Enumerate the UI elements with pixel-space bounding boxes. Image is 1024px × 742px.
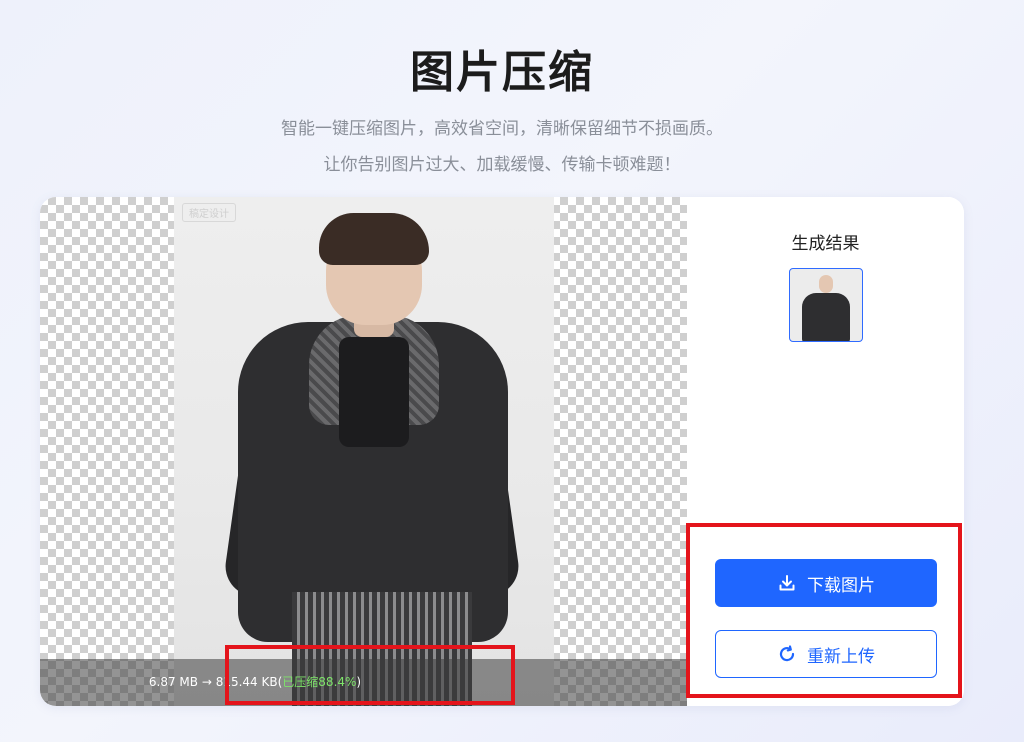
result-title: 生成结果 xyxy=(791,234,860,254)
size-arrow: → xyxy=(198,675,216,689)
photo-shape xyxy=(319,213,429,265)
thumb-shape xyxy=(802,293,850,341)
page-subtitle-line1: 智能一键压缩图片，高效省空间，清晰保留细节不损画质。 xyxy=(281,119,723,139)
image-preview-area: 稿定设计 6.87 MB → 815.44 KB(已压缩88.4%) xyxy=(40,197,687,706)
thumb-shape xyxy=(819,275,833,293)
photo-shape xyxy=(339,337,409,447)
page-subtitle-line2: 让你告别图片过大、加载缓慢、传输卡顿难题！ xyxy=(323,155,681,175)
image-watermark: 稿定设计 xyxy=(182,203,236,222)
annotation-highlight-compression-info xyxy=(225,645,515,705)
result-thumbnail[interactable] xyxy=(789,268,863,342)
page-title: 图片压缩 xyxy=(410,47,594,98)
annotation-highlight-action-buttons xyxy=(686,523,962,698)
compressed-image-preview: 稿定设计 xyxy=(174,197,554,706)
original-size: 6.87 MB xyxy=(148,675,199,689)
